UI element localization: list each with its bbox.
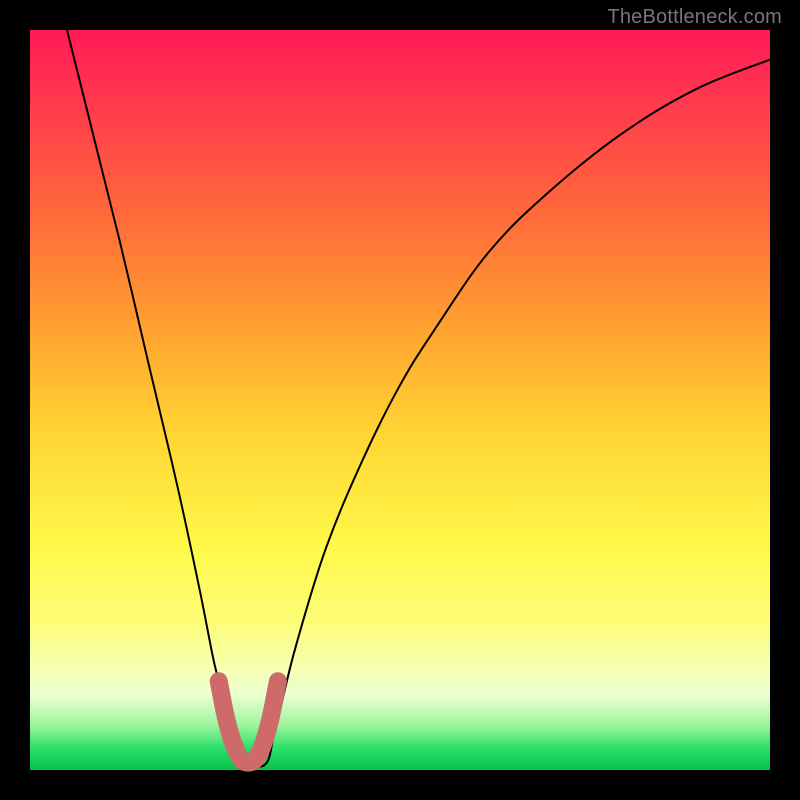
watermark-text: TheBottleneck.com (607, 6, 782, 29)
bottleneck-curve-path (67, 30, 770, 767)
chart-frame: TheBottleneck.com (0, 0, 800, 800)
plot-area (30, 30, 770, 770)
chart-svg (30, 30, 770, 770)
valley-highlight-path (219, 681, 278, 762)
